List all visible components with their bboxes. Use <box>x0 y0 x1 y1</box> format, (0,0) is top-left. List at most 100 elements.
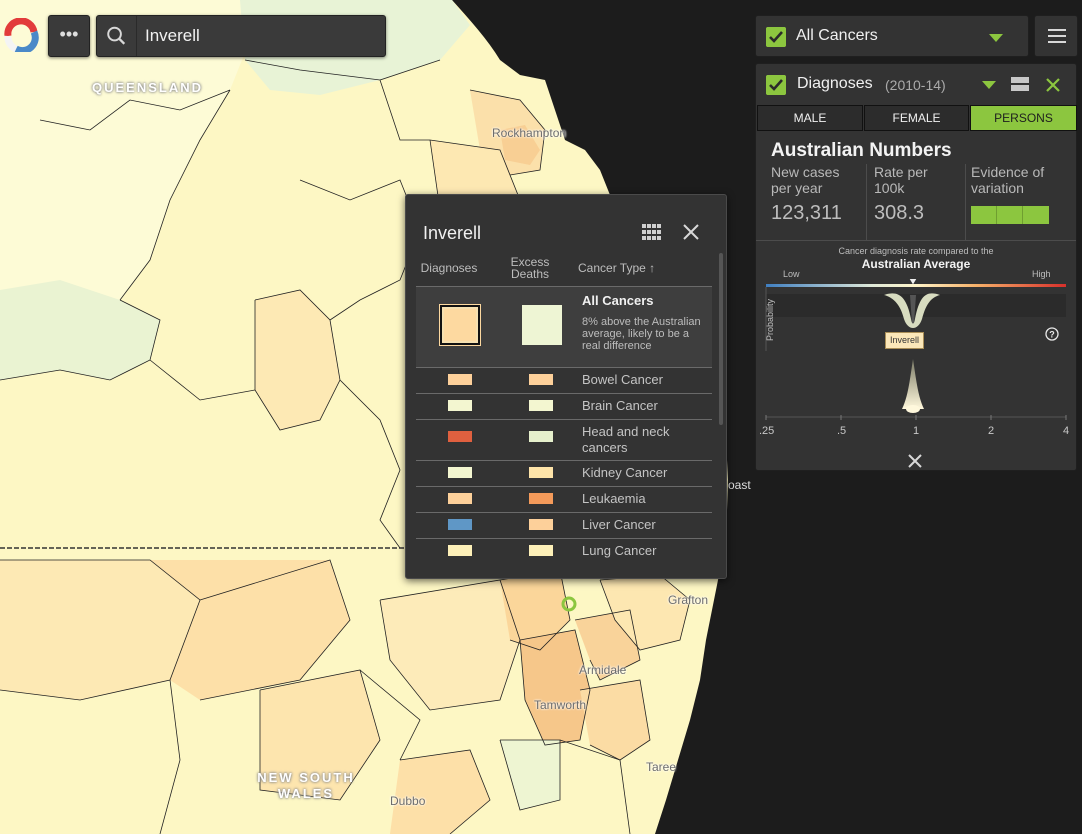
cancer-type-label: Head and neck cancers <box>582 424 670 455</box>
help-icon[interactable]: ? <box>1045 327 1059 341</box>
rockhampton-label: Rockhampton <box>492 126 567 140</box>
excess-deaths-swatch <box>529 374 553 385</box>
tab-persons[interactable]: PERSONS <box>970 105 1077 131</box>
cancer-type-row[interactable]: Bowel Cancer <box>416 367 712 393</box>
rate-stat: Rate per 100k 308.3 <box>874 164 954 240</box>
cancer-type-label: Bowel Cancer <box>582 372 663 387</box>
low-label: Low <box>783 269 800 279</box>
australian-average-label: Australian Average <box>861 257 971 271</box>
all-cancers-excess-swatch <box>522 305 562 345</box>
cancer-type-row[interactable]: Head and neck cancers <box>416 419 712 460</box>
probability-chart <box>765 279 1067 420</box>
tab-male[interactable]: MALE <box>757 105 863 131</box>
area-popup: Inverell Diagnoses Excess Deaths Cancer … <box>405 194 727 579</box>
excess-deaths-swatch <box>529 400 553 411</box>
high-label: High <box>1032 269 1051 279</box>
axis-tick: 4 <box>1063 425 1070 437</box>
australian-numbers-heading: Australian Numbers <box>771 140 952 161</box>
excess-deaths-swatch <box>529 467 553 478</box>
diagnoses-swatch <box>448 374 472 385</box>
cancer-selector[interactable]: All Cancers <box>755 15 1029 57</box>
probability-axis-label: Probability <box>765 298 775 341</box>
all-cancers-title: All Cancers <box>582 293 654 308</box>
row-all-cancers[interactable]: All Cancers 8% above the Australian aver… <box>416 286 712 367</box>
excess-deaths-swatch <box>529 493 553 504</box>
main-menu-button[interactable] <box>1034 15 1078 57</box>
excess-deaths-swatch <box>529 545 553 556</box>
selected-cancer-label: All Cancers <box>796 27 878 44</box>
search-input[interactable]: Inverell <box>145 26 200 46</box>
cancer-type-row[interactable]: Lung Cancer <box>416 538 712 564</box>
chevron-down-icon[interactable] <box>989 34 1003 42</box>
diagnoses-title: Diagnoses <box>797 75 873 92</box>
cancer-type-row[interactable]: Brain Cancer <box>416 393 712 419</box>
tab-female[interactable]: FEMALE <box>864 105 969 131</box>
stat-divider <box>965 164 966 240</box>
rate-label: Rate per 100k <box>874 164 928 196</box>
grid-view-icon[interactable] <box>642 224 662 240</box>
axis-tick: .25 <box>759 425 775 437</box>
atlas-logo-icon[interactable] <box>2 18 40 52</box>
column-excess-deaths[interactable]: Excess Deaths <box>502 256 558 280</box>
hamburger-menu-icon <box>1048 29 1066 43</box>
excess-deaths-swatch <box>529 519 553 530</box>
tamworth-label: Tamworth <box>534 698 587 712</box>
new-cases-value: 123,311 <box>771 202 842 224</box>
diagnoses-swatch <box>448 493 472 504</box>
close-popup-icon[interactable] <box>681 222 701 242</box>
dubbo-label: Dubbo <box>390 794 426 808</box>
diagnoses-panel: Diagnoses (2010-14) MALE FEMALE PERSONS … <box>755 63 1077 471</box>
cancer-type-label: Leukaemia <box>582 491 646 506</box>
diagnoses-swatch <box>448 431 472 442</box>
more-options-button[interactable]: ••• <box>48 15 90 57</box>
diagnoses-swatch <box>448 519 472 530</box>
diagnoses-swatch <box>448 400 472 411</box>
evidence-stat: Evidence of variation <box>971 164 1071 240</box>
excess-deaths-swatch <box>529 431 553 442</box>
diagnoses-swatch <box>448 467 472 478</box>
diagnoses-years: (2010-14) <box>885 77 946 93</box>
cancer-type-row[interactable]: Leukaemia <box>416 486 712 512</box>
taree-label: Taree <box>646 760 677 774</box>
queensland-label: QUEENSLAND <box>92 80 204 95</box>
compare-caption: Cancer diagnosis rate compared to the <box>838 246 994 256</box>
popup-title: Inverell <box>423 223 482 243</box>
grafton-label: Grafton <box>668 593 709 607</box>
checkbox-icon[interactable] <box>766 27 786 47</box>
area-marker-tag: Inverell <box>885 332 924 349</box>
column-diagnoses[interactable]: Diagnoses <box>416 262 482 274</box>
all-cancers-diagnoses-swatch <box>440 305 480 345</box>
axis-tick: 2 <box>988 425 995 437</box>
map-viewer: QUEENSLAND Rockhampton oast Grafton Armi… <box>0 0 1082 834</box>
axis-tick: .5 <box>837 425 847 437</box>
column-cancer-type[interactable]: Cancer Type ↑ <box>578 262 688 274</box>
chevron-down-icon[interactable] <box>982 81 996 89</box>
armidale-label: Armidale <box>579 663 627 677</box>
search-box[interactable]: Inverell <box>96 15 386 57</box>
new-cases-label: New cases per year <box>771 164 840 196</box>
diagnoses-swatch <box>448 545 472 556</box>
new-cases-stat: New cases per year 123,311 <box>771 164 861 240</box>
cancer-type-row[interactable]: Liver Cancer <box>416 512 712 538</box>
all-cancers-description: 8% above the Australian average, likely … <box>582 316 701 352</box>
evidence-bar <box>971 206 1049 224</box>
cancer-type-label: Lung Cancer <box>582 543 657 558</box>
coast-label: oast <box>728 478 751 492</box>
svg-text:?: ? <box>1049 330 1055 340</box>
close-panel-icon[interactable] <box>1045 77 1061 93</box>
checkbox-icon[interactable] <box>766 75 786 95</box>
stat-divider <box>866 164 867 240</box>
evidence-label: Evidence of variation <box>971 164 1045 196</box>
cancer-type-label: Kidney Cancer <box>582 465 668 480</box>
divider <box>756 240 1076 241</box>
close-chart-icon[interactable] <box>907 453 923 469</box>
search-icon[interactable] <box>97 16 137 56</box>
layout-toggle-icon[interactable] <box>1011 77 1029 91</box>
axis-tick: 1 <box>913 425 920 437</box>
new-south-wales-label: NEW SOUTH WALES <box>257 770 355 801</box>
cancer-type-label: Liver Cancer <box>582 517 656 532</box>
cancer-type-row[interactable]: Kidney Cancer <box>416 460 712 486</box>
popup-scrollbar[interactable] <box>719 253 723 425</box>
sex-tabs: MALE FEMALE PERSONS <box>757 105 1077 132</box>
rate-value: 308.3 <box>874 202 925 224</box>
